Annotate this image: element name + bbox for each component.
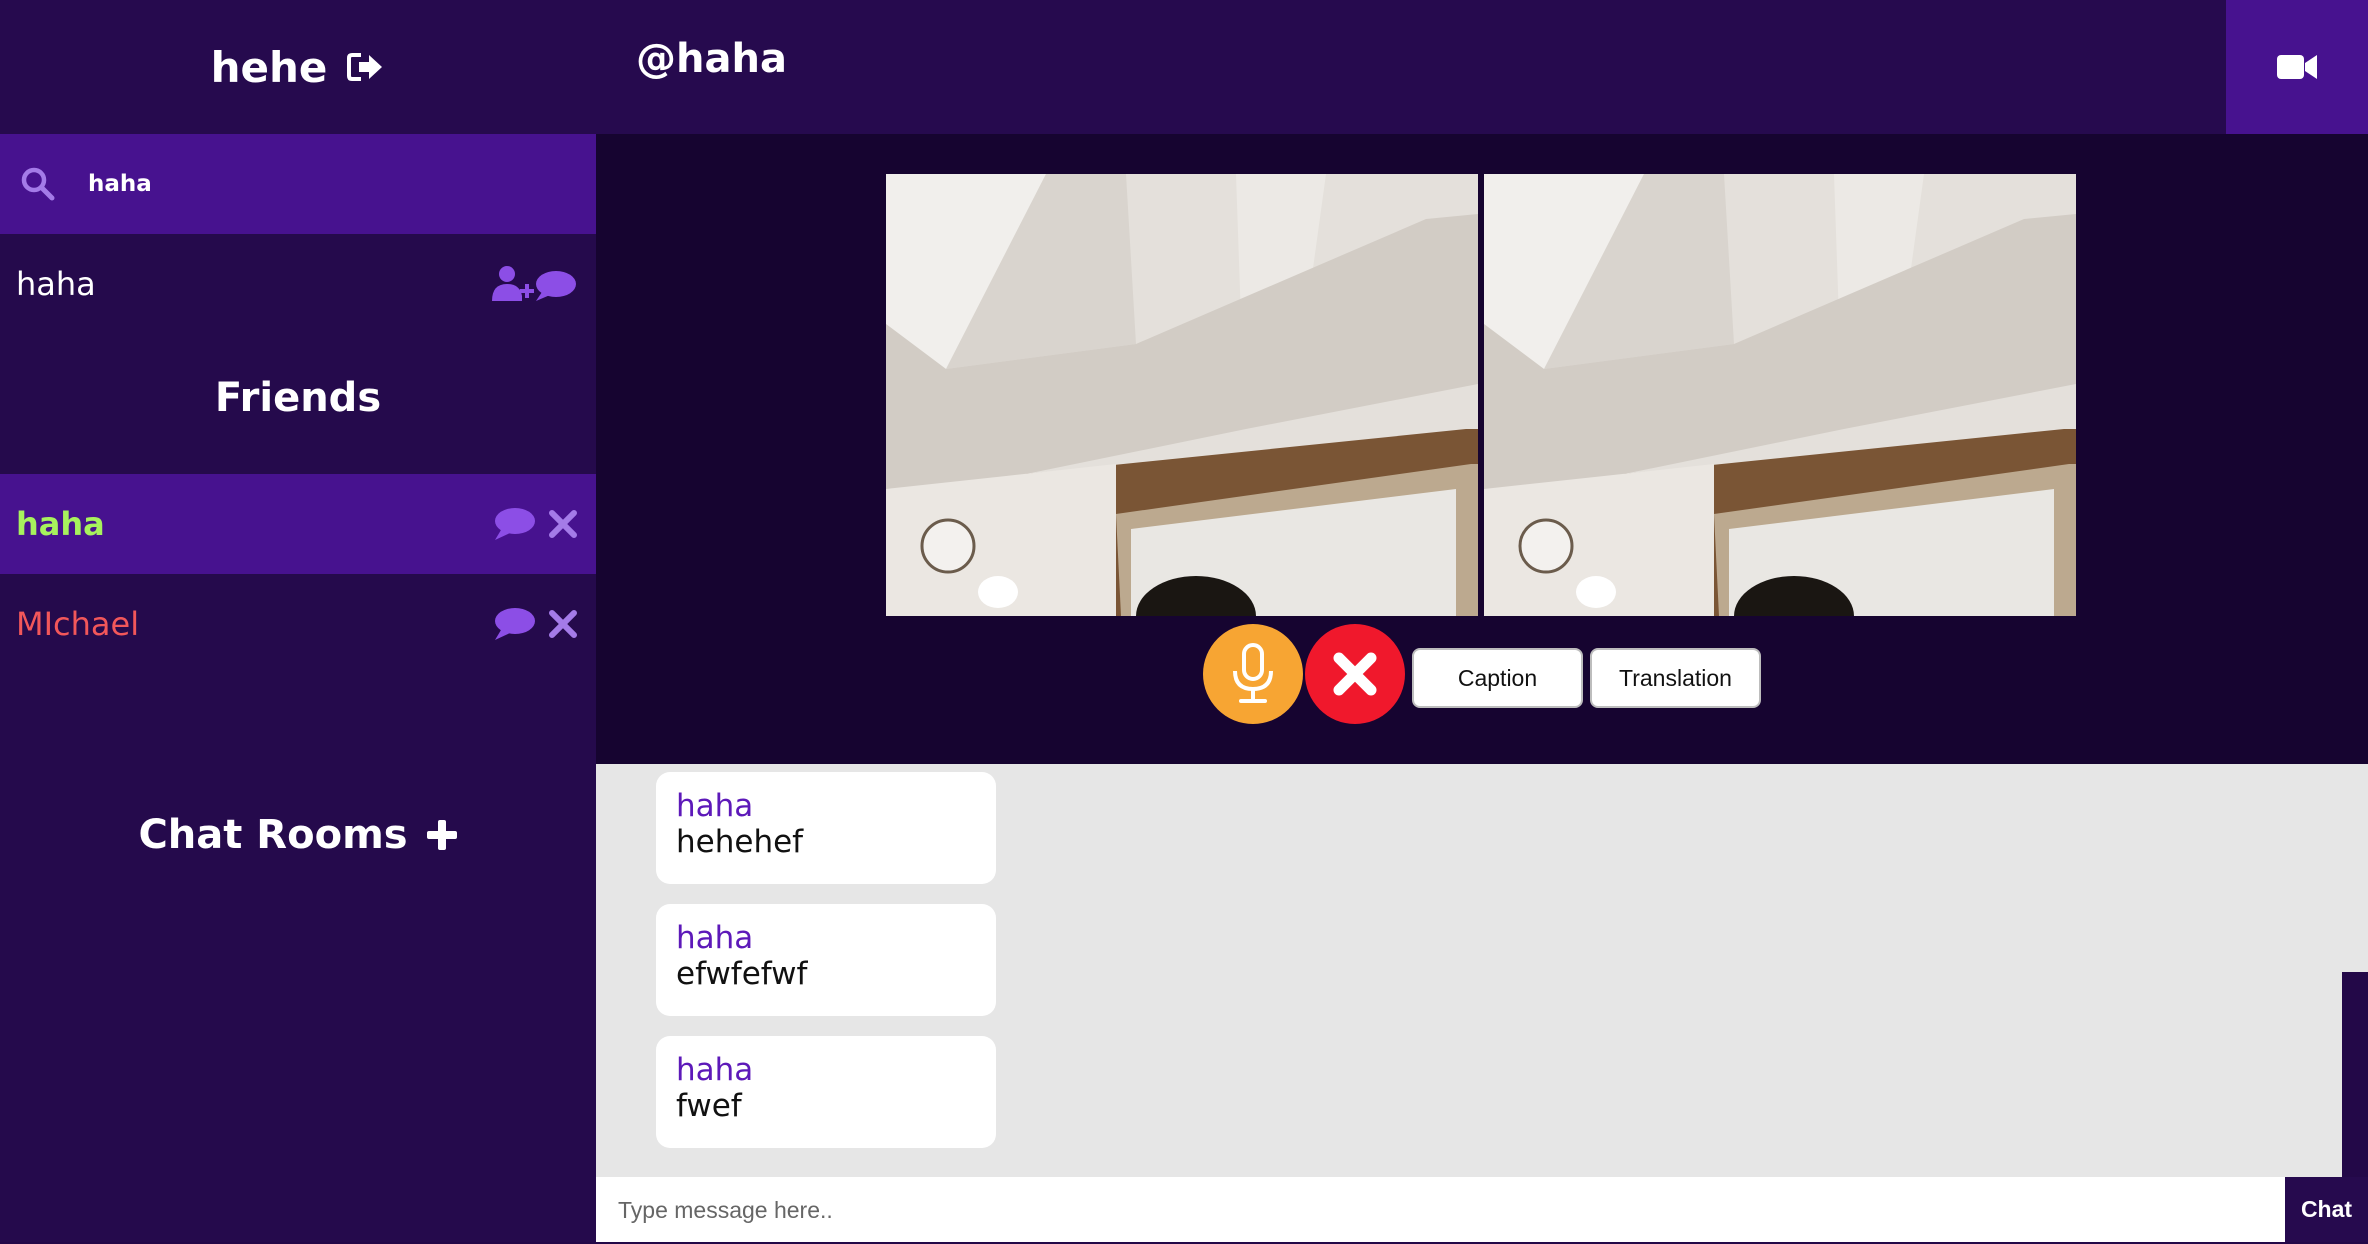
send-chat-button[interactable]: Chat bbox=[2285, 1177, 2368, 1242]
message-author: haha bbox=[676, 788, 754, 824]
message-input[interactable] bbox=[616, 1177, 2270, 1244]
user-header: hehe bbox=[0, 0, 596, 134]
video-camera-icon bbox=[2276, 52, 2318, 82]
chat-rooms-label: Chat Rooms bbox=[138, 812, 408, 858]
caption-button[interactable]: Caption bbox=[1412, 648, 1583, 708]
message-author: haha bbox=[676, 1052, 754, 1088]
add-friend-chat-icon[interactable] bbox=[490, 264, 578, 304]
chat-bubble-icon[interactable] bbox=[492, 506, 536, 542]
remove-friend-icon[interactable] bbox=[548, 609, 578, 639]
logout-icon[interactable] bbox=[347, 51, 385, 83]
remote-video bbox=[1484, 174, 2076, 616]
end-call-button[interactable] bbox=[1305, 624, 1405, 724]
search-input[interactable] bbox=[86, 170, 550, 198]
chat-header bbox=[596, 0, 2368, 134]
remove-friend-icon[interactable] bbox=[548, 509, 578, 539]
current-username: hehe bbox=[210, 42, 328, 92]
message-text: efwfefwf bbox=[676, 956, 808, 992]
local-video bbox=[886, 174, 1478, 616]
message-bubble: haha fwef bbox=[656, 1036, 996, 1148]
message-composer bbox=[596, 1177, 2368, 1244]
friend-item-michael[interactable]: MIchael bbox=[0, 574, 596, 674]
message-text: fwef bbox=[676, 1088, 742, 1124]
search-result-item[interactable]: haha bbox=[0, 234, 596, 334]
friend-name: haha bbox=[16, 505, 105, 543]
friend-name: MIchael bbox=[16, 605, 140, 643]
message-bubble: haha efwfefwf bbox=[656, 904, 996, 1016]
close-icon bbox=[1331, 650, 1379, 698]
plus-icon[interactable] bbox=[426, 819, 458, 851]
search-bar bbox=[0, 134, 596, 234]
search-result-name: haha bbox=[16, 265, 96, 303]
friend-item-haha[interactable]: haha bbox=[0, 474, 596, 574]
chat-rooms-heading: Chat Rooms bbox=[0, 812, 596, 858]
microphone-icon bbox=[1231, 643, 1275, 705]
chat-title: @haha bbox=[636, 36, 787, 82]
message-author: haha bbox=[676, 920, 754, 956]
friends-heading: Friends bbox=[214, 375, 382, 421]
translation-button[interactable]: Translation bbox=[1590, 648, 1761, 708]
message-bubble: haha hehehef bbox=[656, 772, 996, 884]
microphone-button[interactable] bbox=[1203, 624, 1303, 724]
message-text: hehehef bbox=[676, 824, 804, 860]
scrollbar-thumb[interactable] bbox=[2342, 972, 2368, 1177]
chat-bubble-icon[interactable] bbox=[492, 606, 536, 642]
search-icon bbox=[20, 166, 56, 202]
video-call-button[interactable] bbox=[2226, 0, 2368, 134]
